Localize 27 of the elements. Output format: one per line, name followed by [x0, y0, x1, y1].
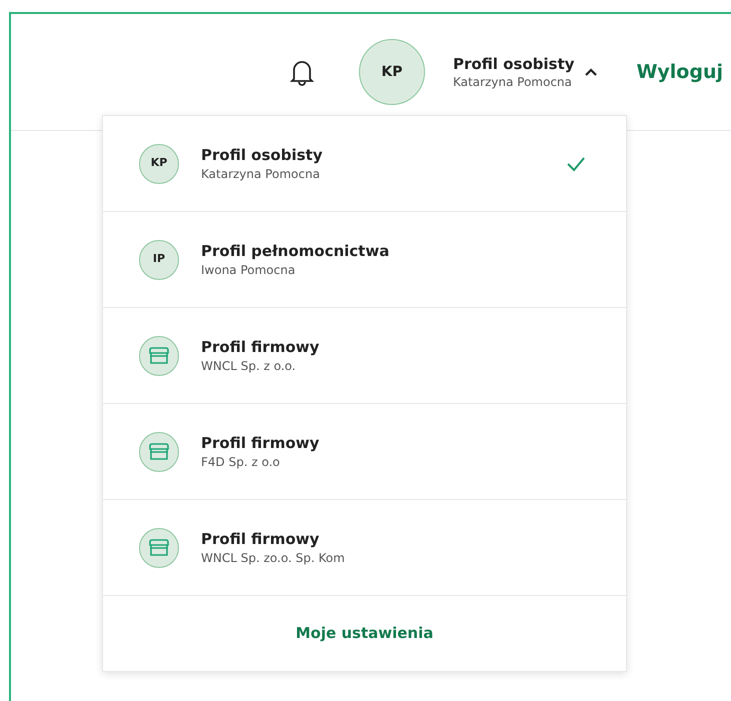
profile-item[interactable]: Profil firmowy F4D Sp. z o.o [103, 404, 626, 500]
profile-title: Profil pełnomocnictwa [201, 240, 390, 262]
avatar[interactable]: KP [358, 39, 425, 105]
settings-link[interactable]: Moje ustawienia [296, 622, 434, 645]
storefront-icon [148, 346, 170, 364]
profile-title: Profil osobisty [201, 144, 324, 166]
profile-name: Katarzyna Pomocna [452, 74, 573, 90]
storefront-icon [148, 538, 170, 556]
profile-title: Profil osobisty [452, 54, 574, 74]
profile-title: Profil firmowy [201, 528, 320, 550]
avatar: IP [139, 240, 179, 280]
profile-title: Profil firmowy [201, 432, 320, 454]
storefront-icon [148, 442, 170, 460]
profile-item[interactable]: Profil firmowy WNCL Sp. zo.o. Sp. Kom [103, 500, 626, 596]
profile-title: Profil firmowy [201, 336, 320, 358]
profile-name: Iwona Pomocna [201, 262, 296, 278]
avatar: KP [139, 144, 179, 184]
profile-name: WNCL Sp. zo.o. Sp. Kom [201, 550, 346, 566]
profile-item[interactable]: Profil firmowy WNCL Sp. z o.o. [103, 308, 626, 404]
logout-link[interactable]: Wyloguj [636, 58, 723, 86]
notification-bell-icon[interactable] [288, 58, 315, 86]
profile-item[interactable]: KP Profil osobisty Katarzyna Pomocna [103, 116, 626, 212]
profile-name: WNCL Sp. z o.o. [201, 358, 297, 374]
chevron-icon[interactable] [584, 67, 598, 77]
profile-name: Katarzyna Pomocna [201, 166, 321, 182]
profile-name: F4D Sp. z o.o [201, 454, 281, 470]
profile-item[interactable]: IP Profil pełnomocnictwa Iwona Pomocna [103, 212, 626, 308]
